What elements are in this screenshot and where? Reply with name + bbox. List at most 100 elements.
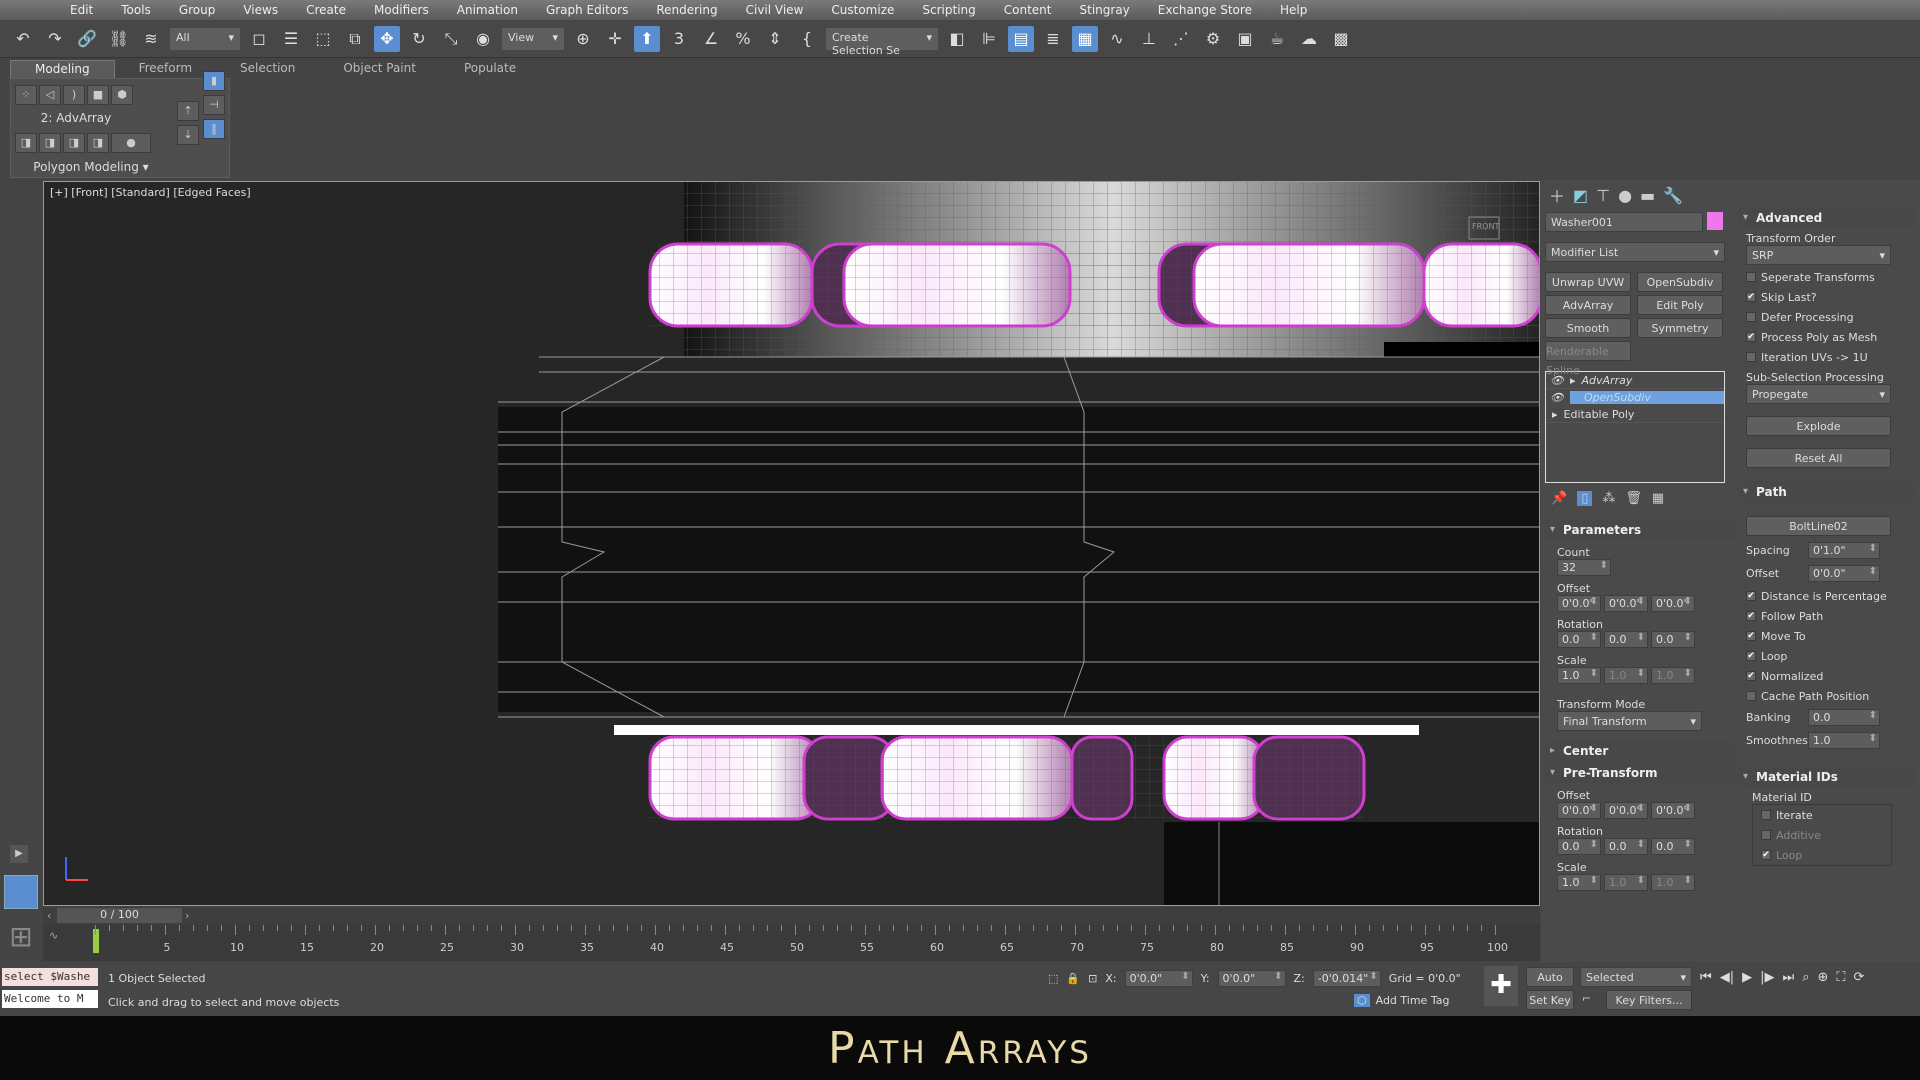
- unlink-icon[interactable]: ⛓: [106, 26, 132, 52]
- selection-set-dropdown[interactable]: Create Selection Se ▾: [826, 27, 938, 57]
- menu-views[interactable]: Views: [229, 3, 292, 17]
- keyboard-shortcut-icon[interactable]: ⬆: [634, 25, 660, 52]
- sub-selection-dropdown[interactable]: Propegate ▾: [1746, 384, 1891, 404]
- spacing-spinner[interactable]: 0'1.0": [1808, 542, 1880, 559]
- placement-icon[interactable]: ◉: [470, 26, 496, 52]
- utilities-tab-icon[interactable]: 🔧: [1663, 186, 1683, 205]
- mirror-icon[interactable]: ◧: [944, 26, 970, 52]
- vertex-icon[interactable]: ⁘: [15, 85, 37, 105]
- select-icon[interactable]: ◨: [87, 133, 109, 153]
- move-icon[interactable]: ✥: [374, 25, 400, 52]
- maxscript-listener-input[interactable]: select $Washe: [2, 968, 98, 986]
- checkbox-loop[interactable]: ✔ Loop: [1761, 845, 1883, 865]
- q-off-spinner[interactable]: 0'0.0': [1651, 802, 1695, 819]
- polygon-icon[interactable]: ■: [87, 85, 109, 105]
- modifier-button-renderable-spline[interactable]: Renderable Spline: [1545, 341, 1631, 377]
- modifier-button-smooth[interactable]: Smooth: [1545, 318, 1631, 338]
- create-tab-icon[interactable]: ＋: [1549, 183, 1565, 207]
- checkbox-process-poly-as-mesh[interactable]: ✔ Process Poly as Mesh: [1746, 327, 1908, 347]
- link-icon[interactable]: 🔗: [74, 26, 100, 52]
- ribbon-tab-freeform[interactable]: Freeform: [115, 60, 216, 78]
- checkbox-box[interactable]: [1746, 352, 1756, 362]
- time-slider-thumb[interactable]: 0 / 100: [57, 908, 182, 923]
- menu-create[interactable]: Create: [292, 3, 360, 17]
- checkbox-skip-last-[interactable]: ✔ Skip Last?: [1746, 287, 1908, 307]
- render-cloud-icon[interactable]: ☁: [1296, 26, 1322, 52]
- eye-icon[interactable]: 👁: [1550, 374, 1564, 387]
- checkbox-box[interactable]: [1761, 830, 1771, 840]
- object-color-swatch[interactable]: [1707, 212, 1723, 230]
- modifier-button-advarray[interactable]: AdvArray: [1545, 295, 1631, 315]
- isolate-icon[interactable]: ⬚: [1048, 972, 1058, 985]
- checkbox-box[interactable]: ✔: [1761, 850, 1771, 860]
- maxscript-output[interactable]: Welcome to M: [2, 990, 98, 1008]
- checkbox-box[interactable]: ✔: [1746, 611, 1756, 621]
- up-stack-icon[interactable]: ⇡: [177, 101, 199, 121]
- curve-editor-icon[interactable]: ∿: [1104, 26, 1130, 52]
- go-to-end-icon[interactable]: ⏭: [1782, 970, 1794, 985]
- schematic-view-icon[interactable]: ⋰: [1168, 26, 1194, 52]
- zoom-extents-icon[interactable]: ⛶: [1836, 970, 1845, 985]
- menu-exchange-store[interactable]: Exchange Store: [1144, 3, 1266, 17]
- menu-content[interactable]: Content: [990, 3, 1066, 17]
- checkbox-box[interactable]: [1746, 272, 1756, 282]
- reset-all-button[interactable]: Reset All: [1746, 448, 1891, 468]
- modifier-button-symmetry[interactable]: Symmetry: [1637, 318, 1723, 338]
- checkbox-cache-path-position[interactable]: Cache Path Position: [1746, 686, 1908, 706]
- checkbox-box[interactable]: ✔: [1746, 332, 1756, 342]
- transform-order-dropdown[interactable]: SRP ▾: [1746, 245, 1891, 265]
- percent-snap-icon[interactable]: %: [730, 26, 756, 52]
- path-header[interactable]: Path: [1738, 482, 1916, 502]
- p-scl-spinner[interactable]: 1.0: [1604, 667, 1648, 684]
- show-end-result-icon[interactable]: ▮: [203, 71, 225, 91]
- object-name-field[interactable]: Washer001: [1545, 212, 1703, 232]
- polygon-modeling-dropdown[interactable]: Polygon Modeling ▾: [11, 160, 171, 174]
- banking-spinner[interactable]: 0.0: [1808, 709, 1880, 726]
- modify-tab-icon[interactable]: ◩: [1573, 186, 1588, 205]
- smoothness-spinner[interactable]: 1.0: [1808, 732, 1880, 749]
- p-rot-spinner[interactable]: 0.0: [1604, 631, 1648, 648]
- rect-selection-icon[interactable]: ⬚: [310, 26, 336, 52]
- checkbox-seperate-transforms[interactable]: Seperate Transforms: [1746, 267, 1908, 287]
- lock-icon[interactable]: 🔒: [1066, 972, 1080, 985]
- prev-frame-icon[interactable]: ◀|: [1720, 970, 1734, 985]
- pin-stack-icon[interactable]: 📌: [1551, 491, 1567, 506]
- checkbox-box[interactable]: ✔: [1746, 671, 1756, 681]
- checkbox-additive[interactable]: Additive: [1761, 825, 1883, 845]
- scale-icon[interactable]: ⤡: [438, 26, 464, 52]
- pin-icon[interactable]: ⊣: [203, 95, 225, 115]
- play-icon[interactable]: ▶: [1742, 970, 1752, 985]
- modifier-button-unwrap-uvw[interactable]: Unwrap UVW: [1545, 272, 1631, 292]
- menu-graph-editors[interactable]: Graph Editors: [532, 3, 642, 17]
- stack-item-advarray[interactable]: 👁 ▸ AdvArray: [1546, 372, 1724, 389]
- ribbon-tab-selection[interactable]: Selection: [216, 60, 319, 78]
- stack-item-opensubdiv[interactable]: 👁 OpenSubdiv: [1546, 389, 1724, 406]
- menu-help[interactable]: Help: [1266, 3, 1321, 17]
- checkbox-box[interactable]: [1746, 691, 1756, 701]
- checkbox-loop[interactable]: ✔ Loop: [1746, 646, 1908, 666]
- layer-explorer-icon[interactable]: ≣: [1040, 26, 1066, 52]
- checkbox-box[interactable]: [1761, 810, 1771, 820]
- checkbox-move-to[interactable]: ✔ Move To: [1746, 626, 1908, 646]
- window-crossing-icon[interactable]: ⧉: [342, 26, 368, 52]
- undo-icon[interactable]: ↶: [10, 26, 36, 52]
- ribbon-tab-object-paint[interactable]: Object Paint: [319, 60, 440, 78]
- q-scl-spinner[interactable]: 1.0: [1651, 874, 1695, 891]
- edge-icon[interactable]: ◁: [39, 85, 61, 105]
- checkbox-follow-path[interactable]: ✔ Follow Path: [1746, 606, 1908, 626]
- pivot-icon[interactable]: ⊕: [570, 26, 596, 52]
- menu-rendering[interactable]: Rendering: [642, 3, 731, 17]
- border-icon[interactable]: ): [63, 85, 85, 105]
- p-scl-spinner[interactable]: 1.0: [1557, 667, 1601, 684]
- pre-transform-header[interactable]: Pre-Transform: [1545, 763, 1735, 783]
- show-end-result-icon[interactable]: ▯: [1577, 491, 1593, 506]
- key-filters-button[interactable]: Key Filters...: [1606, 990, 1692, 1010]
- key-tangent-icon[interactable]: ⌐: [1582, 992, 1591, 1005]
- select-icon[interactable]: ◨: [39, 133, 61, 153]
- select-by-name-icon[interactable]: ☰: [278, 26, 304, 52]
- p-rot-spinner[interactable]: 0.0: [1557, 631, 1601, 648]
- stack-item-editable-poly[interactable]: ▸ Editable Poly: [1546, 406, 1724, 423]
- down-stack-icon[interactable]: ⇣: [177, 125, 199, 145]
- q-off-spinner[interactable]: 0'0.0': [1557, 802, 1601, 819]
- curve-editor-mini-icon[interactable]: ∿: [49, 929, 58, 942]
